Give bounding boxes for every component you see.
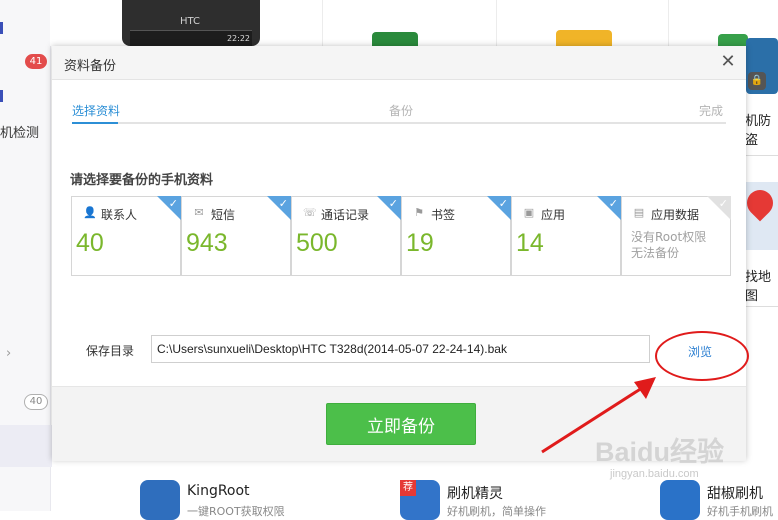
phone-time: 22:22: [226, 34, 250, 43]
card-count: 19: [406, 229, 434, 257]
sidebar-marker: [0, 22, 3, 34]
backup-dialog: 资料备份 ✕ 选择资料 备份 完成 请选择要备份的手机资料 ✓ 👤 联系人 40…: [52, 46, 749, 461]
app-name-shuaji[interactable]: 刷机精灵: [447, 483, 503, 503]
app-name-kingroot[interactable]: KingRoot: [187, 483, 250, 499]
card-note: 没有Root权限无法备份: [631, 230, 707, 260]
watermark-logo: Baidu经验: [595, 437, 725, 467]
sidebar-item-detect[interactable]: 机检测: [0, 122, 39, 141]
app-icon: ▣: [523, 206, 535, 219]
close-icon[interactable]: ✕: [718, 52, 738, 72]
step-progress-track: [72, 122, 726, 124]
card-apps[interactable]: ✓ ▣ 应用 14: [511, 196, 621, 276]
card-label: 联系人: [101, 208, 138, 222]
step-select-data: 选择资料: [72, 104, 121, 118]
card-count: 14: [516, 229, 544, 257]
phone-brand: HTC: [180, 16, 201, 27]
dialog-title: 资料备份: [64, 59, 117, 74]
grid-divider: [322, 0, 323, 46]
tile-icon-apps[interactable]: [556, 30, 612, 46]
save-dir-label: 保存目录: [86, 344, 135, 358]
tianjiao-app-icon[interactable]: [660, 480, 700, 520]
card-sms[interactable]: ✓ ✉ 短信 943: [181, 196, 291, 276]
card-label: 书签: [431, 208, 456, 222]
person-icon: 👤: [83, 206, 97, 219]
sidebar-outline-badge: 40: [24, 394, 48, 410]
grid-divider: [496, 0, 497, 46]
step-progress-fill: [72, 122, 118, 124]
divider: [745, 155, 778, 156]
check-icon: ✓: [388, 197, 398, 210]
sidebar-selected-item[interactable]: [0, 425, 52, 467]
card-contacts[interactable]: ✓ 👤 联系人 40: [71, 196, 181, 276]
watermark-url: jingyan.baidu.com: [610, 468, 699, 480]
app-desc-shuaji: 好机刷机，简单操作: [447, 505, 546, 518]
backup-now-button[interactable]: 立即备份: [326, 403, 476, 445]
phone-icon: ☏: [303, 206, 317, 219]
check-icon: ✓: [168, 197, 178, 210]
card-label: 通话记录: [321, 208, 370, 222]
card-count: 943: [186, 229, 228, 257]
bookmark-icon: ⚑: [414, 206, 424, 219]
card-label: 应用: [541, 208, 566, 222]
kingroot-app-icon[interactable]: [140, 480, 180, 520]
check-icon: ✓: [278, 197, 288, 210]
app-data-icon: ▤: [633, 206, 645, 219]
step-done: 完成: [699, 104, 724, 118]
tile-icon-phone[interactable]: [718, 34, 748, 46]
step-backup: 备份: [389, 104, 414, 118]
phone-image: HTC 22:22: [122, 0, 260, 47]
card-call-log[interactable]: ✓ ☏ 通话记录 500: [291, 196, 401, 276]
check-icon: ✓: [498, 197, 508, 210]
save-path-input[interactable]: [151, 335, 650, 363]
card-label: 短信: [211, 208, 236, 222]
data-type-cards: ✓ 👤 联系人 40 ✓ ✉ 短信 943 ✓ ☏ 通话记录 500 ✓ ⚑ 书…: [71, 196, 731, 276]
sidebar-marker: [0, 90, 3, 102]
divider: [745, 306, 778, 307]
tile-icon-backup[interactable]: [372, 32, 418, 46]
step-indicator: 选择资料 备份 完成: [72, 102, 726, 122]
dialog-header: 资料备份 ✕: [52, 46, 746, 80]
recommend-badge: 荐: [400, 480, 416, 496]
card-count: 500: [296, 229, 338, 257]
app-name-tianjiao[interactable]: 甜椒刷机: [707, 483, 763, 503]
card-count: 40: [76, 229, 104, 257]
check-icon: ✓: [718, 197, 728, 210]
app-desc-kingroot: 一键ROOT获取权限: [187, 505, 285, 518]
anti-theft-label[interactable]: 机防盗: [745, 110, 778, 148]
section-title: 请选择要备份的手机资料: [70, 173, 214, 188]
sms-icon: ✉: [194, 206, 204, 219]
card-label: 应用数据: [651, 208, 700, 222]
browse-link[interactable]: 浏览: [688, 343, 712, 360]
chevron-right-icon[interactable]: ›: [6, 346, 11, 361]
find-map-label[interactable]: 找地图: [745, 266, 778, 304]
lock-icon: 🔒: [748, 72, 766, 90]
app-desc-tianjiao: 好机手机刷机: [707, 505, 773, 518]
sidebar-count-badge: 41: [25, 54, 47, 69]
grid-divider: [668, 0, 669, 46]
card-app-data[interactable]: ✓ ▤ 应用数据 没有Root权限无法备份: [621, 196, 731, 276]
card-bookmarks[interactable]: ✓ ⚑ 书签 19: [401, 196, 511, 276]
check-icon: ✓: [608, 197, 618, 210]
